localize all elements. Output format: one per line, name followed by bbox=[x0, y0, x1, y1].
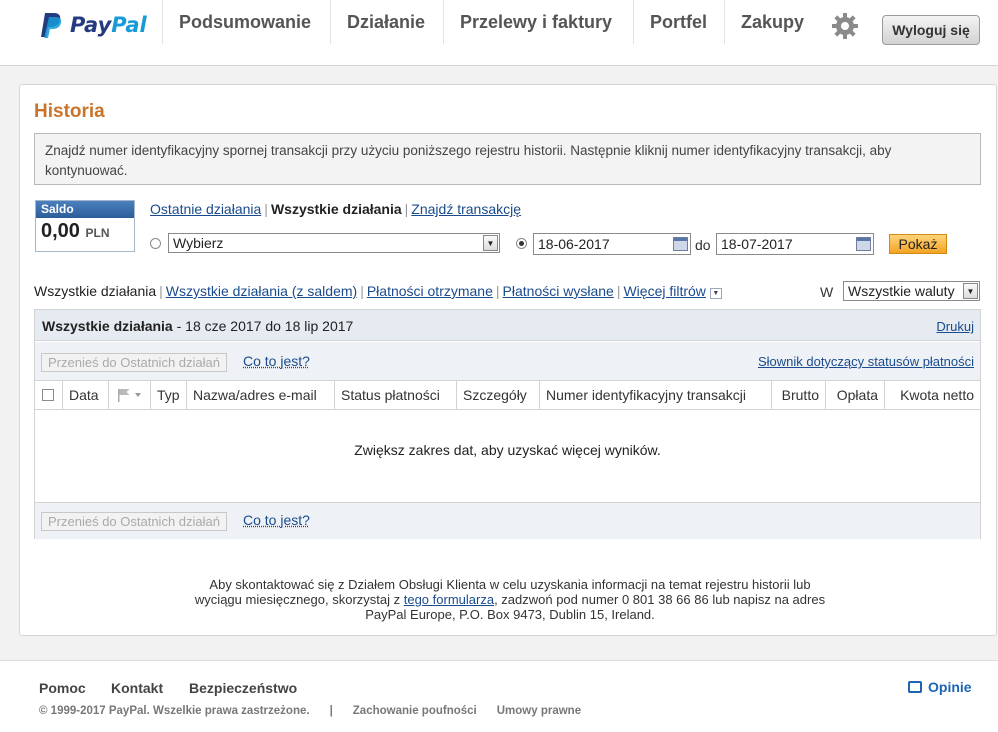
date-to-label: do bbox=[695, 237, 711, 253]
currency-label: W bbox=[820, 284, 834, 300]
balance-amount: 0,00 PLN bbox=[41, 220, 110, 242]
col-transaction-id[interactable]: Numer identyfikacyjny transakcji bbox=[539, 381, 771, 409]
nav-summary[interactable]: Podsumowanie bbox=[162, 0, 327, 44]
date-range-radio[interactable] bbox=[516, 238, 527, 249]
move-to-recent-button[interactable]: Przenieś do Ostatnich działań bbox=[41, 353, 227, 372]
chevron-down-icon[interactable]: ▼ bbox=[709, 288, 722, 299]
print-link[interactable]: Drukuj bbox=[936, 319, 974, 334]
tab-recent-activity[interactable]: Ostatnie działania bbox=[150, 201, 261, 217]
grid-title: Wszystkie działania bbox=[42, 318, 173, 334]
paypal-p-icon bbox=[41, 13, 62, 38]
balance-box: Saldo 0,00 PLN bbox=[35, 200, 135, 252]
footer-security-link[interactable]: Bezpieczeństwo bbox=[189, 680, 297, 696]
calendar-icon[interactable] bbox=[673, 237, 688, 251]
nav-transfers-invoices[interactable]: Przelewy i faktury bbox=[443, 0, 628, 44]
grid-date-range: - 18 cze 2017 do 18 lip 2017 bbox=[176, 318, 354, 334]
filter-all-with-balance[interactable]: Wszystkie działania (z saldem) bbox=[166, 283, 357, 299]
show-button[interactable]: Pokaż bbox=[889, 234, 947, 254]
grid-toolbar: Przenieś do Ostatnich działań Co to jest… bbox=[35, 342, 980, 380]
col-date[interactable]: Data bbox=[62, 381, 108, 409]
filter-all[interactable]: Wszystkie działania bbox=[34, 283, 156, 299]
col-type[interactable]: Typ bbox=[150, 381, 186, 409]
what-is-it-link-bottom[interactable]: Co to jest? bbox=[243, 512, 310, 528]
logout-button[interactable]: Wyloguj się bbox=[882, 15, 980, 45]
contact-form-link[interactable]: tego formularza bbox=[404, 592, 494, 607]
col-payment-status[interactable]: Status płatności bbox=[334, 381, 456, 409]
contact-note: Aby skontaktować się z Działem Obsługi K… bbox=[194, 577, 826, 622]
move-to-recent-button-bottom[interactable]: Przenieś do Ostatnich działań bbox=[41, 512, 227, 531]
flag-icon bbox=[118, 389, 141, 402]
filter-payments-sent[interactable]: Płatności wysłane bbox=[503, 283, 614, 299]
filter-payments-received[interactable]: Płatności otrzymane bbox=[367, 283, 493, 299]
footer-legal-link[interactable]: Umowy prawne bbox=[497, 705, 581, 717]
gear-icon[interactable] bbox=[830, 11, 860, 41]
grid-header: Wszystkie działania - 18 cze 2017 do 18 … bbox=[35, 310, 980, 341]
footer-legal-row: © 1999-2017 PayPal. Wszelkie prawa zastr… bbox=[39, 705, 601, 717]
footer: Pomoc Kontakt Bezpieczeństwo © 1999-2017… bbox=[0, 660, 998, 732]
filter-more[interactable]: Więcej filtrów bbox=[623, 283, 705, 299]
nav-activity[interactable]: Działanie bbox=[330, 0, 441, 44]
chevron-down-icon: ▼ bbox=[963, 283, 978, 299]
col-details[interactable]: Szczegóły bbox=[456, 381, 539, 409]
paypal-wordmark: PayPal bbox=[70, 13, 147, 37]
nav-wallet[interactable]: Portfel bbox=[633, 0, 723, 44]
balance-label: Saldo bbox=[36, 201, 134, 218]
footer-contact-link[interactable]: Kontakt bbox=[111, 680, 163, 696]
col-name-email[interactable]: Nazwa/adres e-mail bbox=[186, 381, 334, 409]
footer-help-link[interactable]: Pomoc bbox=[39, 680, 86, 696]
tab-all-activity[interactable]: Wszystkie działania bbox=[271, 201, 402, 217]
nav-shopping[interactable]: Zakupy bbox=[724, 0, 820, 44]
period-select[interactable]: Wybierz ▼ bbox=[168, 233, 500, 253]
currency-select[interactable]: Wszystkie waluty ▼ bbox=[843, 281, 980, 301]
select-all-checkbox[interactable] bbox=[42, 389, 54, 401]
calendar-icon[interactable] bbox=[856, 237, 871, 251]
top-bar: PayPal Podsumowanie Działanie Przelewy i… bbox=[0, 0, 998, 66]
table-header: Data Typ Nazwa/adres e-mail Status płatn… bbox=[35, 380, 980, 410]
feedback-link[interactable]: Opinie bbox=[908, 679, 972, 695]
date-from-field[interactable]: 18-06-2017 bbox=[533, 233, 691, 255]
chevron-down-icon: ▼ bbox=[483, 235, 498, 251]
info-box: Znajdź numer identyfikacyjny spornej tra… bbox=[34, 133, 981, 185]
copyright: © 1999-2017 PayPal. Wszelkie prawa zastr… bbox=[39, 705, 310, 717]
history-panel: Historia Znajdź numer identyfikacyjny sp… bbox=[19, 84, 997, 636]
page-title: Historia bbox=[34, 101, 105, 122]
activity-tabs: Ostatnie działania | Wszystkie działania | Z… bbox=[150, 201, 522, 217]
empty-results-message: Zwiększ zakres dat, aby uzyskać więcej w… bbox=[354, 442, 661, 458]
transactions-grid: Wszystkie działania - 18 cze 2017 do 18 … bbox=[34, 309, 981, 539]
period-radio[interactable] bbox=[150, 238, 161, 249]
status-dictionary-link[interactable]: Słownik dotyczący statusów płatności bbox=[758, 354, 974, 369]
date-to-field[interactable]: 18-07-2017 bbox=[716, 233, 874, 255]
col-net-amount[interactable]: Kwota netto bbox=[884, 381, 980, 409]
filter-tabs: Wszystkie działania | Wszystkie działania … bbox=[34, 283, 722, 299]
what-is-it-link[interactable]: Co to jest? bbox=[243, 353, 310, 369]
paypal-logo[interactable]: PayPal bbox=[40, 10, 147, 40]
col-fee[interactable]: Opłata bbox=[825, 381, 884, 409]
tab-find-transaction[interactable]: Znajdź transakcję bbox=[411, 201, 521, 217]
feedback-icon bbox=[908, 681, 922, 693]
footer-divider: | bbox=[329, 705, 333, 717]
grid-footer-toolbar: Przenieś do Ostatnich działań Co to jest… bbox=[35, 502, 980, 539]
footer-privacy-link[interactable]: Zachowanie poufności bbox=[353, 705, 477, 717]
col-flag[interactable] bbox=[108, 381, 150, 409]
col-gross[interactable]: Brutto bbox=[771, 381, 825, 409]
